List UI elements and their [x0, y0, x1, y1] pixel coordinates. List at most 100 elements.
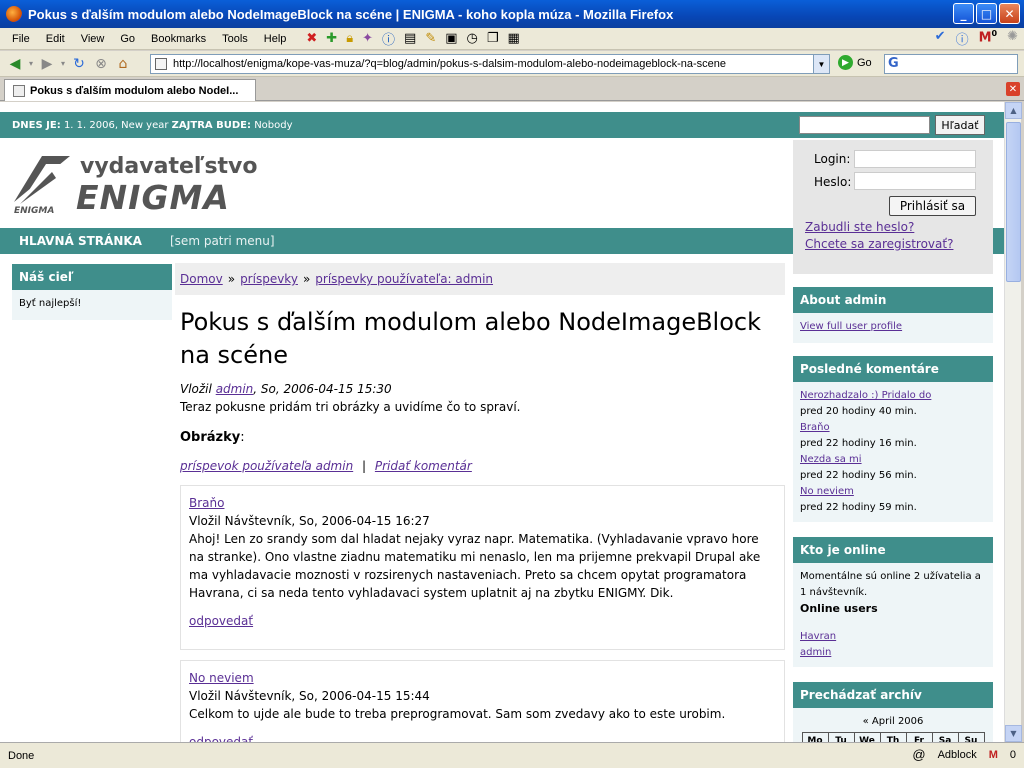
- window-icon[interactable]: ▣: [445, 31, 457, 46]
- menu-view[interactable]: View: [73, 33, 113, 45]
- nav-home-link[interactable]: HLAVNÁ STRÁNKA: [0, 234, 170, 248]
- user-posts-link[interactable]: príspevok používateľa admin: [180, 459, 353, 473]
- author-link[interactable]: admin: [216, 382, 254, 396]
- enigma-logo-icon: [14, 156, 70, 204]
- password-label: Heslo:: [814, 175, 852, 189]
- scroll-thumb[interactable]: [1006, 122, 1021, 282]
- url-bar[interactable]: http://localhost/enigma/kope-vas-muza/?q…: [150, 54, 830, 74]
- breadcrumb-user-posts[interactable]: príspevky používateľa: admin: [315, 272, 493, 286]
- form-icon[interactable]: ▤: [404, 31, 416, 46]
- recent-comment-link[interactable]: No neviem: [800, 486, 854, 497]
- window-titlebar: Pokus s ďalším modulom alebo NodeImageBl…: [0, 0, 1024, 28]
- scroll-up-icon[interactable]: ▲: [1005, 102, 1022, 119]
- menu-help[interactable]: Help: [256, 33, 295, 45]
- at-icon[interactable]: @: [912, 747, 925, 762]
- calendar-table: Mo Tu We Th Fr Sa Su: [801, 732, 985, 742]
- minimize-button[interactable]: _: [953, 3, 974, 24]
- stop-icon[interactable]: ⊗: [90, 56, 112, 72]
- comment-title-link[interactable]: No neviem: [189, 671, 254, 685]
- forward-arrow-icon[interactable]: ▶: [36, 56, 58, 72]
- page-scrollbar[interactable]: ▲ ▼: [1004, 102, 1022, 742]
- go-arrow-icon: ▶: [838, 55, 853, 70]
- home-icon[interactable]: ⌂: [112, 56, 134, 72]
- back-dropdown-icon[interactable]: ▾: [26, 59, 36, 68]
- status-right: @ Adblock M 0: [912, 747, 1016, 762]
- pencil-icon[interactable]: ✎: [425, 31, 436, 46]
- meta-date: , So, 2006-04-15 15:30: [253, 382, 392, 396]
- nav-menu-placeholder: [sem patri menu]: [170, 234, 275, 248]
- check-icon[interactable]: ✔: [935, 29, 946, 48]
- scroll-down-icon[interactable]: ▼: [1005, 725, 1022, 742]
- disable-icon[interactable]: ✖: [306, 31, 317, 46]
- maximize-button[interactable]: □: [976, 3, 997, 24]
- comment-body: Ahoj! Len zo srandy som dal hladat nejak…: [189, 532, 761, 600]
- grid-icon[interactable]: ▦: [508, 31, 520, 46]
- gmail-status-icon[interactable]: M: [989, 749, 998, 761]
- browser-search-input[interactable]: G: [884, 54, 1018, 74]
- close-tab-icon[interactable]: ✕: [1006, 82, 1020, 96]
- about-block: About admin View full user profile: [793, 287, 993, 343]
- logo-small-text: ENIGMA: [14, 206, 55, 216]
- node-body: Teraz pokusne pridám tri obrázky a uvidí…: [180, 400, 521, 414]
- clock-icon[interactable]: ◷: [467, 31, 478, 46]
- menu-file[interactable]: File: [4, 33, 38, 45]
- add-comment-link[interactable]: Pridať komentár: [375, 459, 472, 473]
- login-label: Login:: [814, 152, 851, 166]
- back-arrow-icon[interactable]: ◀: [4, 56, 26, 72]
- breadcrumb-home[interactable]: Domov: [180, 272, 223, 286]
- password-field[interactable]: [854, 172, 976, 190]
- recent-comment-link[interactable]: Braňo: [800, 422, 830, 433]
- recent-comment-link[interactable]: Nerozhadzalo :) Pridalo do: [800, 390, 931, 401]
- recent-comment-time: pred 22 hodiny 59 min.: [800, 502, 917, 513]
- weekday-header: Mo: [801, 732, 829, 742]
- menu-tools[interactable]: Tools: [214, 33, 256, 45]
- breadcrumb-separator: »: [302, 272, 311, 286]
- close-window-button[interactable]: ✕: [999, 3, 1020, 24]
- menu-bookmarks[interactable]: Bookmarks: [143, 33, 214, 45]
- breadcrumb-posts[interactable]: príspevky: [240, 272, 298, 286]
- reload-icon[interactable]: ↻: [68, 56, 90, 72]
- recent-comments-block: Posledné komentáre Nerozhadzalo :) Prida…: [793, 356, 993, 522]
- page-icon: [155, 58, 167, 70]
- comment-meta: Vložil Návštevník, So, 2006-04-15 16:27: [189, 514, 430, 528]
- info-circle-icon[interactable]: ⓘ: [956, 29, 969, 48]
- user-profile-link[interactable]: View full user profile: [800, 321, 902, 332]
- online-user-link[interactable]: admin: [800, 647, 831, 658]
- reply-link[interactable]: odpovedať: [189, 733, 253, 742]
- lock-icon[interactable]: 🔒︎: [346, 31, 353, 46]
- url-history-dropdown[interactable]: ▼: [813, 55, 829, 73]
- go-button[interactable]: ▶ Go: [838, 55, 872, 70]
- reply-link[interactable]: odpovedať: [189, 612, 253, 630]
- gmail-icon[interactable]: M0: [979, 29, 998, 48]
- wand-icon[interactable]: ✦: [362, 31, 373, 46]
- site-logo[interactable]: vydavateľstvo ENIGMA ENIGMA: [10, 150, 258, 220]
- site-search-input[interactable]: [799, 116, 930, 134]
- tab-current[interactable]: Pokus s ďalším modulom alebo NodeI...: [4, 79, 256, 101]
- goal-block: Náš cieľ Byť najlepší!: [12, 264, 172, 320]
- google-icon: G: [888, 56, 899, 71]
- about-block-title: About admin: [793, 287, 993, 313]
- online-users-label: Online users: [800, 602, 878, 615]
- calendar-month-link[interactable]: « April 2006: [800, 714, 986, 730]
- puzzle-icon[interactable]: ✚: [326, 31, 337, 46]
- firefox-icon: [6, 6, 22, 22]
- recent-comment-time: pred 22 hodiny 16 min.: [800, 438, 917, 449]
- images-label-text: Obrázky: [180, 430, 241, 445]
- login-field[interactable]: [854, 150, 976, 168]
- forward-dropdown-icon[interactable]: ▾: [58, 59, 68, 68]
- adblock-label[interactable]: Adblock: [938, 749, 977, 761]
- comment-body: Celkom to ujde ale bude to treba preprog…: [189, 707, 726, 721]
- site-search-button[interactable]: Hľadať: [935, 115, 985, 135]
- register-link[interactable]: Chcete sa zaregistrovať?: [805, 237, 953, 251]
- menu-go[interactable]: Go: [112, 33, 143, 45]
- copy-icon[interactable]: ❐: [487, 31, 499, 46]
- breadcrumb-separator: »: [227, 272, 236, 286]
- login-button[interactable]: Prihlásiť sa: [889, 196, 976, 216]
- comment-title-link[interactable]: Braňo: [189, 496, 224, 510]
- recent-comment-link[interactable]: Nezda sa mi: [800, 454, 862, 465]
- menu-edit[interactable]: Edit: [38, 33, 73, 45]
- forgot-password-link[interactable]: Zabudli ste heslo?: [805, 220, 914, 234]
- info-icon[interactable]: ⓘ: [382, 29, 395, 48]
- url-text: http://localhost/enigma/kope-vas-muza/?q…: [173, 58, 727, 70]
- online-user-link[interactable]: Havran: [800, 631, 836, 642]
